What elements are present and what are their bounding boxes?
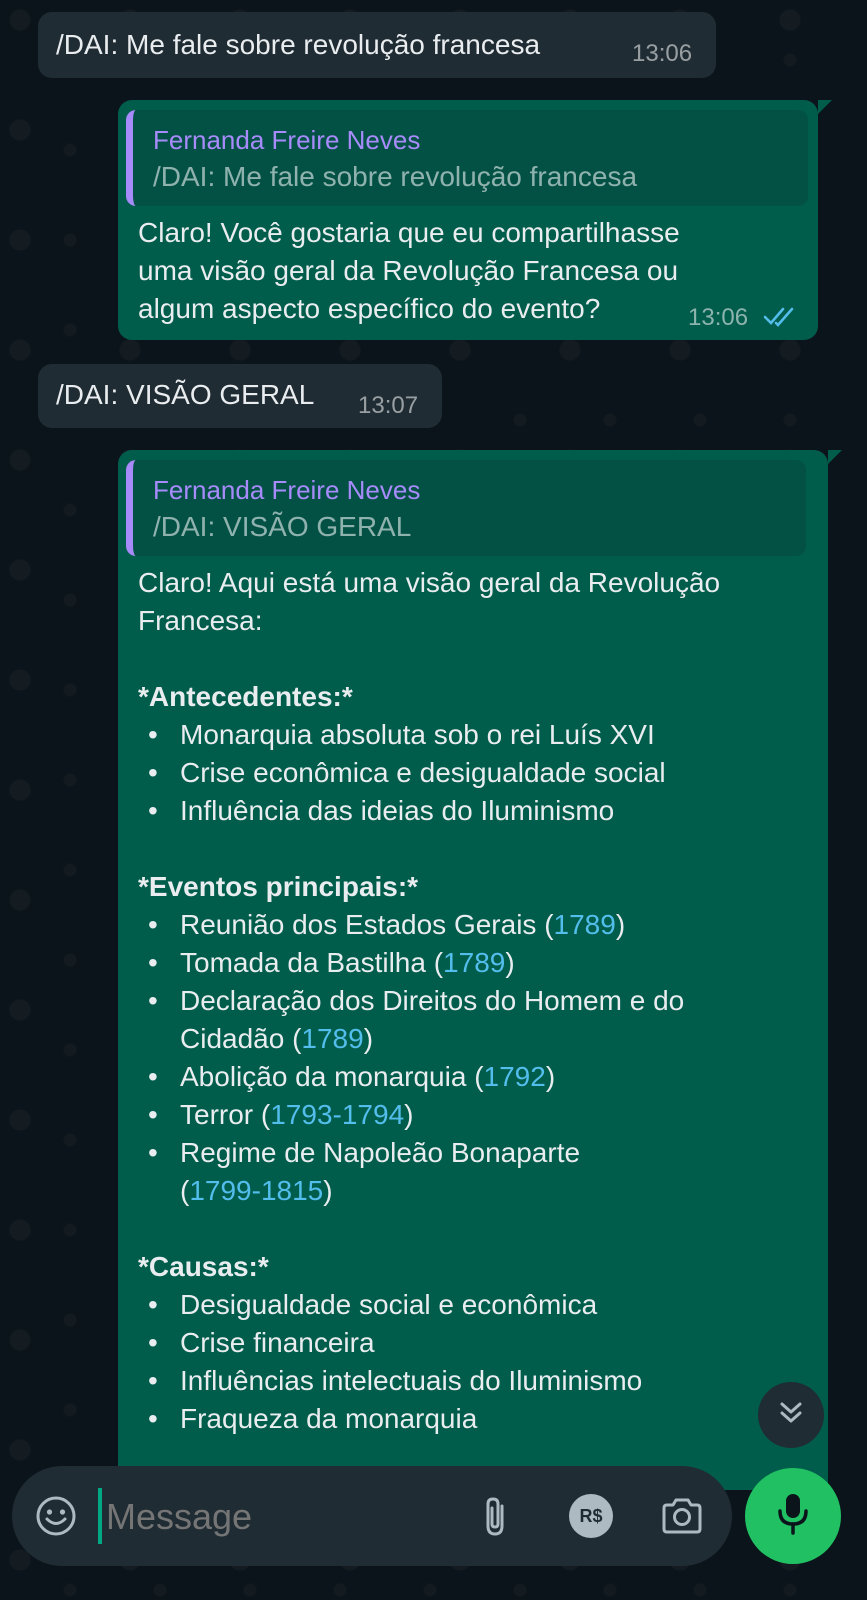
list-item: • Crise econômica e desigualdade social [148,757,666,788]
payment-icon[interactable]: R$ [569,1494,613,1538]
list-item: • Influência das ideias do Iluminismo [148,795,615,826]
incoming-message[interactable]: /DAI: VISÃO GERAL 13:07 [38,364,442,428]
quoted-message[interactable]: Fernanda Freire Neves /DAI: VISÃO GERAL [126,460,806,556]
outgoing-message[interactable]: Fernanda Freire Neves /DAI: Me fale sobr… [118,100,832,340]
message-body: Claro! Aqui está uma visão geral da Revo… [138,564,818,1438]
message-input[interactable] [104,1490,448,1544]
date-link[interactable]: 1789 [301,1023,363,1054]
message-time: 13:06 [632,40,693,67]
payment-label: R$ [579,1505,603,1526]
list-item: • Terror (1793-1794) [148,1099,414,1130]
list-item: • Regime de Napoleão Bonaparte (1799-1815) [148,1137,581,1206]
list-item: • Abolição da monarquia (1792) [148,1061,556,1092]
section-title: *Antecedentes:* [138,681,353,712]
list-item: • Crise financeira [148,1327,375,1358]
message-composer: R$ [12,1466,732,1566]
list-item: • Influências intelectuais do Iluminismo [148,1365,643,1396]
section-title: *Causas:* [138,1251,269,1282]
camera-icon[interactable] [660,1496,704,1541]
message-line: algum aspecto específico do evento? [138,293,601,324]
message-text: /DAI: VISÃO GERAL [56,379,315,410]
attach-icon[interactable] [478,1494,512,1545]
quote-text: /DAI: VISÃO GERAL [153,511,412,542]
incoming-message[interactable]: /DAI: Me fale sobre revolução francesa 1… [38,12,716,78]
list-item: • Desigualdade social e econômica [148,1289,598,1320]
list-item: • Monarquia absoluta sob o rei Luís XVI [148,719,655,750]
mic-icon [775,1492,811,1541]
date-link[interactable]: 1789 [443,947,505,978]
scroll-to-bottom-button[interactable] [758,1382,824,1448]
bullet-list: • Desigualdade social e econômica • Crise … [118,1286,818,1438]
message-line: Claro! Você gostaria que eu compartilhas… [138,217,680,248]
message-time: 13:07 [358,392,419,419]
date-link[interactable]: 1799-1815 [189,1175,323,1206]
message-text: /DAI: Me fale sobre revolução francesa [56,29,541,60]
list-item: • Declaração dos Direitos do Homem e do Ci… [148,985,685,1054]
voice-record-button[interactable] [745,1468,841,1564]
message-line: Claro! Aqui está uma visão geral da Revo… [138,567,721,598]
list-item: • Reunião dos Estados Gerais (1789) [148,909,626,940]
outgoing-message[interactable]: Fernanda Freire Neves /DAI: VISÃO GERAL … [118,450,842,1490]
quote-author: Fernanda Freire Neves [153,125,421,155]
message-line: Francesa: [138,605,263,636]
bullet-list: • Reunião dos Estados Gerais (1789) • Toma… [118,906,818,1210]
section-title: *Eventos principais:* [138,871,419,902]
emoji-icon[interactable] [34,1494,78,1543]
bullet-list: • Monarquia absoluta sob o rei Luís XVI •… [118,716,818,830]
quote-text: /DAI: Me fale sobre revolução francesa [153,161,638,192]
list-item: • Tomada da Bastilha (1789) [148,947,515,978]
quoted-message[interactable]: Fernanda Freire Neves /DAI: Me fale sobr… [126,110,808,206]
list-item: • Fraqueza da monarquia [148,1403,478,1434]
double-chevron-down-icon [776,1398,806,1433]
text-cursor [98,1488,102,1544]
message-line: uma visão geral da Revolução Francesa ou [138,255,679,286]
date-link[interactable]: 1793-1794 [270,1099,404,1130]
date-link[interactable]: 1789 [554,909,616,940]
date-link[interactable]: 1792 [484,1061,546,1092]
quote-author: Fernanda Freire Neves [153,475,421,505]
message-time: 13:06 [688,304,749,331]
double-check-read-icon [763,305,799,332]
